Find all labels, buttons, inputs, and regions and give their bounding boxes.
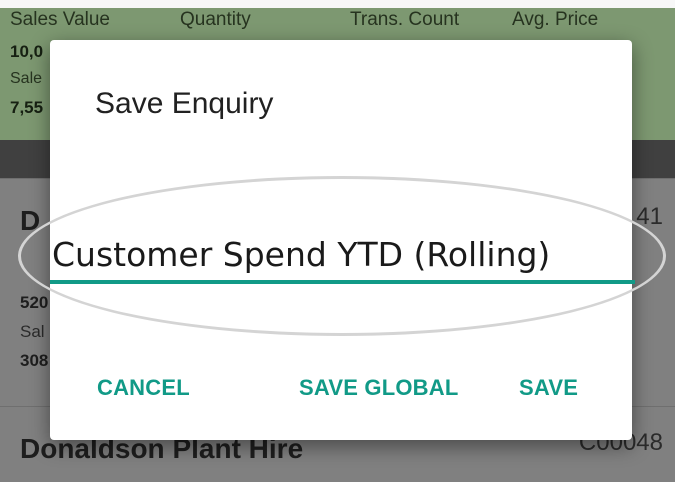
item-value-secondary: 308 bbox=[20, 351, 49, 370]
item-value: 520 bbox=[20, 293, 49, 312]
dialog-title: Save Enquiry bbox=[95, 87, 274, 120]
summary-value-primary: 10,0 bbox=[10, 42, 44, 61]
summary-header-quantity: Quantity bbox=[180, 9, 251, 30]
summary-label: Sale bbox=[10, 70, 43, 87]
summary-header-trans-count: Trans. Count bbox=[350, 9, 460, 30]
save-global-button[interactable]: SAVE GLOBAL bbox=[299, 375, 458, 401]
enquiry-name-input[interactable] bbox=[50, 228, 635, 284]
cancel-button[interactable]: CANCEL bbox=[97, 375, 190, 401]
summary-header-sales-value: Sales Value bbox=[10, 9, 110, 30]
summary-header-avg-price: Avg. Price bbox=[512, 9, 599, 30]
save-enquiry-dialog: Save Enquiry CANCEL SAVE GLOBAL SAVE bbox=[18, 40, 666, 440]
summary-value-secondary: 7,55 bbox=[10, 98, 44, 117]
item-label: Sal bbox=[20, 322, 45, 341]
save-button[interactable]: SAVE bbox=[519, 375, 578, 401]
status-strip bbox=[0, 0, 675, 8]
